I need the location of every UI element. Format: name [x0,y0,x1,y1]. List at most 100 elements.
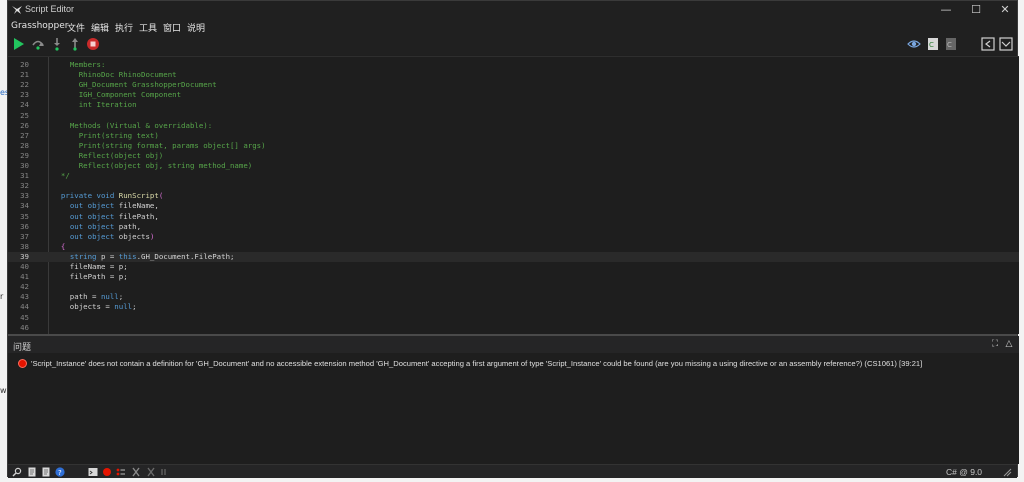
code-line[interactable]: 31 */ [8,171,1019,181]
code-text: out object fileName, [69,201,159,211]
step-out-icon[interactable] [68,37,82,51]
code-text: Members: [69,60,106,69]
code-editor[interactable]: 20 Members: 21 RhinoDoc RhinoDocument 22 G… [8,56,1019,334]
code-line[interactable]: 42 [8,282,1019,292]
breakpoint-icon[interactable] [102,467,112,477]
code-line[interactable]: 41 filePath = p; [8,272,1019,282]
toggle-output-icon[interactable] [999,37,1013,51]
code-line[interactable]: 20 Members: [8,60,1019,70]
document-icon[interactable] [41,467,51,477]
menu-grasshopper[interactable]: Grasshopper [11,21,68,31]
problems-title: 问题 [13,343,32,353]
code-text: int Iteration [78,100,137,110]
search-icon[interactable] [12,467,22,477]
code-line[interactable]: 24 int Iteration [8,100,1019,110]
code-text: IGH_Component Component [78,90,182,100]
code-line[interactable]: 32 [8,181,1019,191]
line-number: 36 [20,221,29,231]
line-number: 30 [20,161,29,170]
line-number: 33 [20,191,29,201]
breakpoints-list-icon[interactable] [116,467,126,477]
line-number: 41 [20,272,29,282]
error-item[interactable]: 'Script_Instance' does not contain a def… [18,358,1013,370]
line-number: 46 [20,322,29,332]
problems-panel: 问题 ⛶ △ 'Script_Instance' does not contai… [8,336,1019,464]
code-line[interactable]: 33 private void RunScript( [8,191,1019,201]
line-number: 31 [20,171,29,181]
csharp-doc-alt-icon[interactable]: C [944,37,958,51]
code-line[interactable]: 27 Print(string text) [8,131,1019,141]
code-line[interactable]: 43 path = null; [8,292,1019,302]
line-number: 38 [20,241,29,251]
resize-grip-icon[interactable] [1002,467,1012,477]
desktop-text: r [0,292,4,301]
close-icon[interactable]: ✕ [990,1,1020,19]
terminal-icon[interactable] [88,467,98,477]
maximize-icon[interactable]: ☐ [961,1,991,19]
code-line[interactable]: 28 Print(string format, params object[] … [8,141,1019,151]
code-line[interactable]: 29 Reflect(object obj) [8,151,1019,161]
csharp-doc-icon[interactable]: C [926,37,940,51]
pause-toggle-icon[interactable] [160,467,170,477]
line-number: 23 [20,90,29,100]
minimize-icon[interactable]: — [931,1,961,19]
preview-eye-icon[interactable] [907,37,921,51]
code-line[interactable]: 30 Reflect(object obj, string method_nam… [8,161,1019,171]
code-text: objects = null; [52,302,137,312]
code-line[interactable]: 45 [8,313,1019,323]
document-icon[interactable] [27,467,37,477]
disable-breakpoints-icon[interactable] [146,467,156,477]
line-number: 35 [20,211,29,221]
code-text: Print(string text) [78,130,159,140]
stop-icon[interactable] [86,37,100,51]
line-number: 28 [20,140,29,150]
code-line[interactable]: 36 out object path, [8,222,1019,232]
code-line[interactable]: 34 out object fileName, [8,201,1019,211]
code-line[interactable]: 35 out object filePath, [8,212,1019,222]
clear-breakpoints-icon[interactable] [131,467,141,477]
code-text: GH_Document GrasshopperDocument [78,80,217,90]
code-line[interactable]: 37 out object objects) [8,232,1019,242]
code-text: path = null; [52,292,124,302]
help-icon[interactable]: ? [55,467,65,477]
line-number: 34 [20,201,29,211]
menu-bar: Grasshopper 文件 编辑 执行 工具 窗口 说明 [8,19,1017,34]
desktop-text: w [0,386,7,395]
code-line[interactable]: 25 [8,111,1019,121]
code-line[interactable]: 26 Methods (Virtual & overridable): [8,121,1019,131]
title-bar[interactable]: Script Editor — ☐ ✕ [8,1,1017,19]
code-line[interactable]: 46 [8,323,1019,333]
error-message: 'Script_Instance' does not contain a def… [31,359,923,368]
code-line[interactable]: 21 RhinoDoc RhinoDocument [8,70,1019,80]
line-number: 40 [20,262,29,271]
line-number: 21 [20,70,29,80]
step-into-icon[interactable] [50,37,64,51]
line-number: 25 [20,110,29,120]
code-text: out object objects) [69,231,155,241]
svg-text:C: C [929,41,934,49]
collapse-panel-icon[interactable] [981,37,995,51]
code-line[interactable]: 38 { [8,242,1019,252]
code-line[interactable]: 44 objects = null; [8,302,1019,312]
maximize-panel-icon[interactable]: ⛶ [990,339,1000,349]
code-line[interactable]: 23 IGH_Component Component [8,90,1019,100]
code-text: string p = this.GH_Document.FilePath; [69,251,235,261]
run-icon[interactable] [12,37,26,51]
line-number: 37 [20,231,29,241]
svg-text:?: ? [58,469,62,477]
code-text: fileName = p; [52,262,128,271]
problems-header: 问题 ⛶ △ [8,336,1019,353]
line-number: 26 [20,120,29,130]
code-text: */ [60,171,70,181]
language-indicator[interactable]: C# @ 9.0 [946,467,982,477]
toolbar: C C [8,33,1017,55]
step-over-icon[interactable] [31,37,45,51]
code-line[interactable]: 39 string p = this.GH_Document.FilePath; [8,251,1019,262]
collapse-up-icon[interactable]: △ [1004,339,1014,349]
line-number: 29 [20,150,29,160]
code-line[interactable]: 22 GH_Document GrasshopperDocument [8,80,1019,90]
line-number: 42 [20,282,29,292]
error-icon [18,359,27,368]
code-line[interactable]: 40 fileName = p; [8,262,1019,272]
line-number: 20 [20,60,29,69]
